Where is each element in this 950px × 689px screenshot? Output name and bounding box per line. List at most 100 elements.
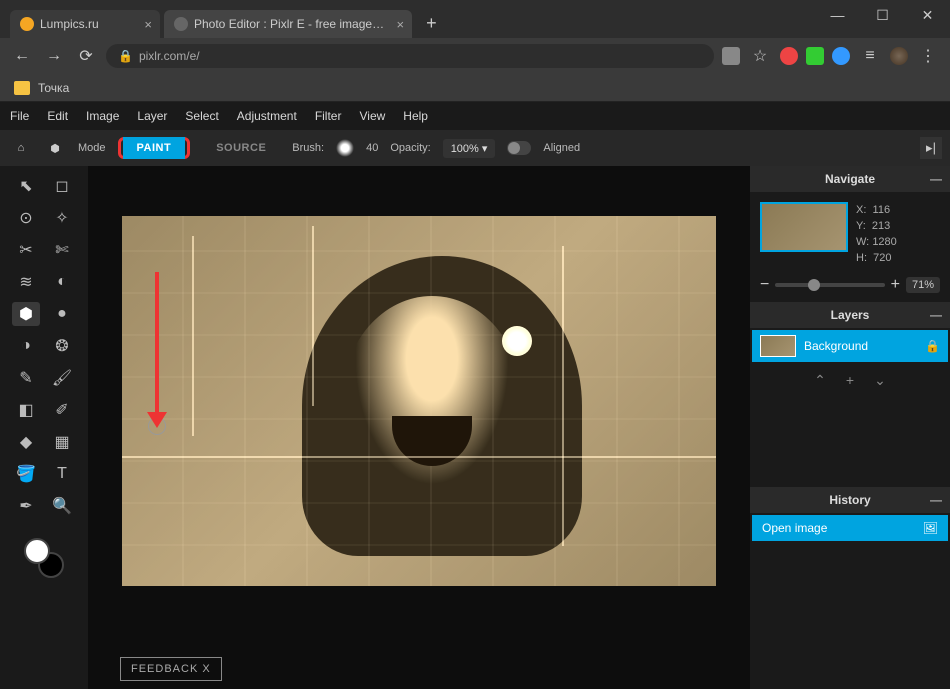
layer-up-button[interactable]: ⌃ <box>814 372 826 389</box>
tab-pixlr[interactable]: Photo Editor : Pixlr E - free image… × <box>164 10 412 38</box>
reload-button[interactable]: ⟳ <box>74 46 98 66</box>
eraser-tool[interactable]: ◧ <box>12 398 40 422</box>
home-icon[interactable]: ⌂ <box>10 137 32 159</box>
crop-tool[interactable]: ✂ <box>12 238 40 262</box>
maximize-button[interactable]: ☐ <box>860 0 905 30</box>
extension-icon[interactable] <box>780 47 798 65</box>
wand-tool[interactable]: ✧ <box>48 206 76 230</box>
new-tab-button[interactable]: + <box>416 13 447 38</box>
mode-paint-button[interactable]: PAINT <box>123 137 186 159</box>
mode-label: Mode <box>78 142 106 154</box>
layer-controls: ⌃ + ⌄ <box>750 364 950 397</box>
close-icon[interactable]: × <box>396 17 404 32</box>
menu-icon[interactable]: ⋮ <box>916 46 940 66</box>
clone-stamp-tool[interactable]: ⬢ <box>12 302 40 326</box>
history-item-open[interactable]: Open image 🖼 <box>752 515 948 541</box>
minimize-icon[interactable]: — <box>930 172 942 186</box>
close-icon[interactable]: × <box>144 17 152 32</box>
extension-icon[interactable] <box>832 47 850 65</box>
layer-item-background[interactable]: Background 🔒 <box>752 330 948 362</box>
zoom-in-button[interactable]: + <box>891 276 900 294</box>
tool-palette: ⬉ ◻ ⊙ ✧ ✂ ✄ ≋ ◐ ⬢ ● ◑ ❂ ✎ 🖌 ◧ ✐ ◆ ▦ 🪣 T … <box>0 166 88 689</box>
shape-tool[interactable]: ◆ <box>12 430 40 454</box>
lock-icon: 🔒 <box>118 49 133 63</box>
pen-tool[interactable]: ✎ <box>12 366 40 390</box>
liquify-tool[interactable]: ≋ <box>12 270 40 294</box>
navigate-panel-header[interactable]: Navigate — <box>750 166 950 192</box>
add-layer-button[interactable]: + <box>846 372 854 389</box>
canvas-area <box>88 166 750 689</box>
minimize-icon[interactable]: — <box>930 493 942 507</box>
menu-view[interactable]: View <box>359 109 385 123</box>
panel-toggle-button[interactable]: ▸| <box>920 137 942 159</box>
profile-avatar[interactable] <box>890 47 908 65</box>
lock-icon[interactable]: 🔒 <box>925 339 940 353</box>
eyedropper-tool[interactable]: ✒ <box>12 494 40 518</box>
fill-tool[interactable]: 🪣 <box>12 462 40 486</box>
bookmarks-bar: Точка <box>0 74 950 102</box>
tab-title: Lumpics.ru <box>40 17 99 31</box>
favicon-icon <box>20 17 34 31</box>
dodge-tool[interactable]: ◑ <box>12 334 40 358</box>
menu-select[interactable]: Select <box>185 109 218 123</box>
star-icon[interactable]: ☆ <box>748 46 772 66</box>
menu-file[interactable]: File <box>10 109 29 123</box>
canvas[interactable] <box>122 216 716 586</box>
bookmark-item[interactable]: Точка <box>38 81 69 95</box>
opacity-input[interactable]: 100% ▾ <box>443 139 496 158</box>
layer-down-button[interactable]: ⌄ <box>874 372 886 389</box>
address-bar: ← → ⟳ 🔒 pixlr.com/e/ ☆ ≡ ⋮ <box>0 38 950 74</box>
history-label: Open image <box>762 521 827 535</box>
foreground-color[interactable] <box>24 538 50 564</box>
panel-title: Navigate <box>825 172 875 186</box>
sponge-tool[interactable]: ❂ <box>48 334 76 358</box>
browser-tabstrip: Lumpics.ru × Photo Editor : Pixlr E - fr… <box>0 0 950 38</box>
forward-button[interactable]: → <box>42 47 66 65</box>
marquee-tool[interactable]: ◻ <box>48 174 76 198</box>
heal-tool[interactable]: ◐ <box>48 270 76 294</box>
clone-cursor-icon <box>148 417 166 435</box>
zoom-tool[interactable]: 🔍 <box>48 494 76 518</box>
url-input[interactable]: 🔒 pixlr.com/e/ <box>106 44 714 68</box>
menu-adjustment[interactable]: Adjustment <box>237 109 297 123</box>
options-bar: ⌂ ⬢ Mode PAINT SOURCE Brush: 40 Opacity:… <box>0 130 950 166</box>
image-icon: 🖼 <box>923 521 938 535</box>
text-tool[interactable]: T <box>48 462 76 486</box>
mode-source-button[interactable]: SOURCE <box>202 137 280 159</box>
extension-icon[interactable] <box>806 47 824 65</box>
menu-layer[interactable]: Layer <box>137 109 167 123</box>
close-window-button[interactable]: ✕ <box>905 0 950 30</box>
aligned-toggle[interactable] <box>507 141 531 155</box>
layers-panel-header[interactable]: Layers — <box>750 302 950 328</box>
color-swatches[interactable] <box>24 538 64 578</box>
menu-help[interactable]: Help <box>403 109 428 123</box>
draw-tool[interactable]: ✐ <box>48 398 76 422</box>
translate-icon[interactable] <box>722 47 740 65</box>
reading-list-icon[interactable]: ≡ <box>858 47 882 65</box>
gradient-tool[interactable]: ▦ <box>48 430 76 454</box>
url-text: pixlr.com/e/ <box>139 49 200 63</box>
minimize-icon[interactable]: — <box>930 308 942 322</box>
favicon-icon <box>174 17 188 31</box>
lasso-tool[interactable]: ⊙ <box>12 206 40 230</box>
brush-tool[interactable]: 🖌 <box>48 366 76 390</box>
cutout-tool[interactable]: ✄ <box>48 238 76 262</box>
menu-edit[interactable]: Edit <box>47 109 68 123</box>
zoom-out-button[interactable]: − <box>760 276 769 294</box>
feedback-button[interactable]: FEEDBACK X <box>120 657 222 681</box>
back-button[interactable]: ← <box>10 47 34 65</box>
panel-title: History <box>829 493 870 507</box>
right-panels: Navigate — X: 116 Y: 213 W: 1280 H: 720 … <box>750 166 950 689</box>
brush-preview[interactable] <box>336 139 354 157</box>
navigator-thumbnail[interactable] <box>760 202 848 252</box>
zoom-slider[interactable] <box>775 283 884 287</box>
zoom-value[interactable]: 71% <box>906 277 940 293</box>
move-tool[interactable]: ⬉ <box>12 174 40 198</box>
blur-tool[interactable]: ● <box>48 302 76 326</box>
brush-size[interactable]: 40 <box>366 142 378 154</box>
menu-image[interactable]: Image <box>86 109 119 123</box>
menu-filter[interactable]: Filter <box>315 109 342 123</box>
tab-lumpics[interactable]: Lumpics.ru × <box>10 10 160 38</box>
history-panel-header[interactable]: History — <box>750 487 950 513</box>
minimize-button[interactable]: — <box>815 0 860 30</box>
